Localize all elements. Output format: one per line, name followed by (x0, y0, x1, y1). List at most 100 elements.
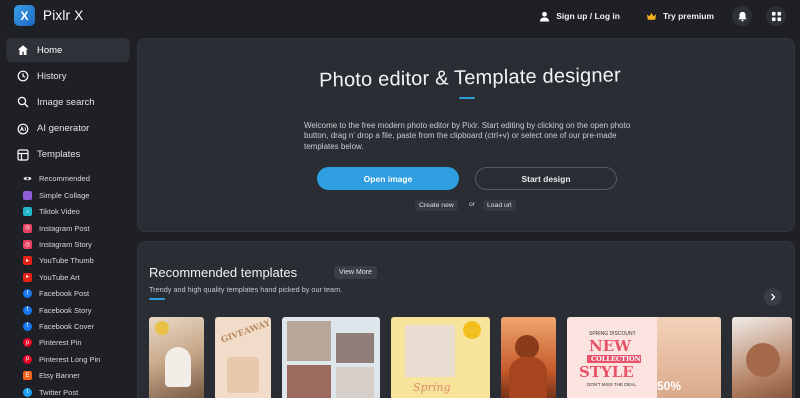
next-templates-button[interactable] (764, 288, 782, 306)
sidebar-item-pinterest-long-pin[interactable]: p Pinterest Long Pin (6, 351, 130, 367)
template-card-4[interactable]: Spring (391, 317, 490, 398)
sidebar-item-facebook-story[interactable]: f Facebook Story (6, 302, 130, 318)
or-separator: or (469, 201, 476, 208)
collage-photo-4 (336, 367, 374, 398)
spring-text: Spring (413, 381, 451, 394)
sidebar-item-templates[interactable]: Templates (6, 143, 130, 167)
templates-category-list: Recommended Simple Collage ♪ Tiktok Vide… (6, 171, 130, 398)
sidebar-item-twitter-post[interactable]: t Twitter Post (6, 384, 130, 398)
sidebar-item-ai-generator[interactable]: AI generator (6, 117, 130, 141)
crown-icon (646, 12, 657, 20)
instagram-icon: ◎ (23, 223, 32, 233)
apps-grid-icon (771, 11, 781, 21)
youtube-icon: ▸ (23, 256, 32, 266)
collage-icon (23, 190, 32, 200)
sidebar-item-facebook-cover[interactable]: f Facebook Cover (6, 318, 130, 334)
sidebar-item-instagram-story[interactable]: ◎ Instagram Story (6, 236, 130, 252)
sidebar: Home History Image search AI generator T… (6, 38, 130, 398)
sidebar-item-label: Recommended (39, 174, 90, 184)
sidebar-item-label: Home (37, 44, 63, 56)
sidebar-item-recommended[interactable]: Recommended (6, 171, 130, 187)
sidebar-item-label: Instagram Story (39, 240, 92, 249)
collage-photo-1 (287, 321, 331, 361)
sunflower-decoration (155, 321, 169, 335)
facebook-icon: f (23, 289, 32, 299)
sidebar-item-tiktok-video[interactable]: ♪ Tiktok Video (6, 204, 130, 220)
open-image-button[interactable]: Open image (317, 167, 459, 190)
model-body (509, 357, 547, 398)
app-name: Pixlr X (43, 8, 84, 23)
sidebar-item-label: Facebook Cover (39, 321, 95, 331)
clock-icon (17, 70, 29, 82)
template-card-5[interactable] (501, 317, 556, 398)
section-underline (149, 298, 165, 300)
template-card-2[interactable]: GIVEAWAY (215, 317, 271, 398)
chevron-right-icon (771, 293, 776, 301)
tiktok-icon: ♪ (23, 207, 32, 217)
try-premium-label: Try premium (662, 11, 714, 21)
sidebar-item-label: Instagram Post (39, 223, 90, 233)
etsy-icon: E (23, 371, 32, 381)
sidebar-item-facebook-post[interactable]: f Facebook Post (6, 285, 130, 301)
sidebar-item-label: Image search (37, 96, 95, 108)
discount-percent-text: 50% (657, 379, 682, 393)
sidebar-item-history[interactable]: History (6, 64, 130, 88)
model-head (515, 335, 539, 359)
create-new-button[interactable]: Create new (415, 200, 458, 211)
sidebar-item-label: Etsy Banner (39, 371, 80, 381)
product-photo (405, 325, 455, 377)
sidebar-item-youtube-thumb[interactable]: ▸ YouTube Thumb (6, 253, 130, 269)
notifications-button[interactable] (732, 6, 752, 26)
sidebar-item-label: History (37, 70, 67, 82)
sidebar-item-label: Templates (37, 149, 81, 161)
product-photo (227, 357, 259, 393)
sidebar-item-label: Pinterest Long Pin (39, 354, 101, 364)
sidebar-item-label: AI generator (37, 123, 90, 135)
sidebar-item-simple-collage[interactable]: Simple Collage (6, 187, 130, 203)
page-title: Photo editor & Template designer (318, 64, 622, 92)
pinterest-icon: p (23, 354, 32, 364)
collection-text: COLLECTION (591, 355, 641, 363)
app-logo[interactable]: X Pixlr X (14, 5, 83, 26)
style-text: STYLE (579, 363, 634, 381)
template-card-6[interactable]: SPRING DISCOUNT NEW COLLECTION STYLE DON… (567, 317, 721, 398)
sidebar-item-etsy-banner[interactable]: E Etsy Banner (6, 367, 130, 383)
collage-photo-3 (287, 365, 331, 398)
signup-login-link[interactable]: Sign up / Log in (539, 11, 620, 22)
apps-button[interactable] (766, 6, 786, 26)
section-subtitle: Trendy and high quality templates hand p… (149, 285, 343, 294)
top-actions: Sign up / Log in Try premium (539, 6, 786, 26)
load-url-button[interactable]: Load url (483, 200, 516, 211)
pixlr-logo-icon: X (14, 5, 35, 26)
template-card-1[interactable] (149, 317, 204, 398)
flower-decoration (463, 321, 481, 339)
title-underline (459, 97, 475, 99)
sidebar-item-label: Pinterest Pin (39, 338, 82, 348)
try-premium-link[interactable]: Try premium (646, 11, 714, 22)
recommended-templates-panel: Recommended templates View More Trendy a… (137, 241, 795, 398)
view-more-button[interactable]: View More (334, 266, 377, 279)
model-figure (165, 347, 191, 387)
ai-icon (17, 123, 29, 134)
bell-icon (737, 11, 747, 22)
facebook-icon: f (23, 305, 32, 315)
collage-photo-2 (336, 333, 374, 363)
twitter-icon: t (23, 387, 32, 397)
top-bar: X Pixlr X Sign up / Log in Try premium (0, 0, 800, 32)
sidebar-item-label: Facebook Story (39, 305, 92, 315)
sidebar-item-youtube-art[interactable]: ▸ YouTube Art (6, 269, 130, 285)
sidebar-item-pinterest-pin[interactable]: p Pinterest Pin (6, 335, 130, 351)
section-title: Recommended templates (149, 265, 298, 280)
youtube-icon: ▸ (23, 272, 32, 282)
templates-icon (17, 149, 29, 161)
sidebar-item-instagram-post[interactable]: ◎ Instagram Post (6, 220, 130, 236)
template-card-3[interactable] (282, 317, 380, 398)
sidebar-item-image-search[interactable]: Image search (6, 90, 130, 114)
sidebar-item-home[interactable]: Home (6, 38, 130, 62)
template-card-7[interactable] (732, 317, 792, 398)
start-design-button[interactable]: Start design (475, 167, 617, 190)
hero-panel: Photo editor & Template designer Welcome… (137, 38, 795, 232)
sidebar-item-label: Facebook Post (39, 289, 90, 299)
sidebar-item-label: YouTube Thumb (39, 256, 94, 266)
instagram-icon: ◎ (23, 240, 32, 249)
